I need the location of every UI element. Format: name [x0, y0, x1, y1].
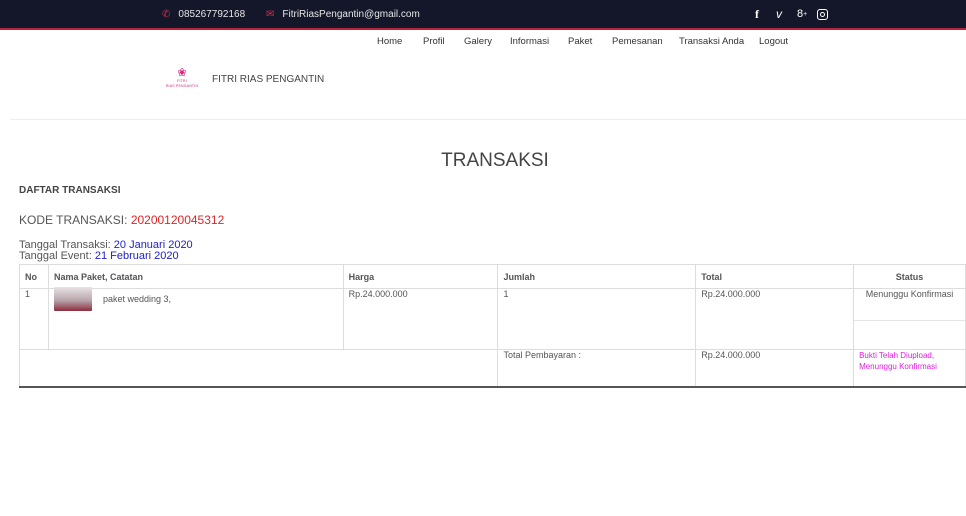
table-header-row: No Nama Paket, Catatan Harga Jumlah Tota…: [19, 264, 966, 289]
nav-paket[interactable]: Paket: [568, 36, 592, 47]
package-thumbnail: [53, 287, 92, 311]
event-date-value: 21 Februari 2020: [94, 250, 179, 262]
table-total-row: Total Pembayaran : Rp.24.000.000 Bukti T…: [18, 349, 966, 388]
cell-package: paket wedding 3,: [47, 287, 344, 350]
event-date-label: Tanggal Event:: [19, 250, 95, 262]
payment-status: Bukti Telah Diupload, Menunggu Konfirmas…: [853, 349, 966, 388]
phone-icon: ✆: [162, 8, 171, 20]
table-row: 1 paket wedding 3, Rp.24.000.000 1 Rp.24…: [19, 287, 966, 350]
transaction-code-label: KODE TRANSAKSI:: [19, 213, 131, 227]
header-no: No: [19, 264, 49, 289]
payment-status-line-1: Bukti Telah Diupload,: [859, 351, 935, 360]
header-package: Nama Paket, Catatan: [47, 264, 344, 289]
package-name: paket wedding 3,: [102, 294, 172, 304]
status-divider: [854, 320, 965, 321]
section-title: DAFTAR TRANSAKSI: [19, 185, 121, 196]
logo-mark-text-2: RIAS PENGANTIN: [165, 84, 199, 88]
status-text: Menunggu Konfirmasi: [865, 289, 954, 299]
lotus-logo-mark: ❀ FITRI RIAS PENGANTIN: [162, 68, 202, 90]
nav-transaksi-anda[interactable]: Transaksi Anda: [679, 36, 744, 47]
lotus-icon: ❀: [177, 67, 187, 79]
total-amount: Rp.24.000.000: [695, 349, 855, 388]
transaction-dates: Tanggal Transaksi: 20 Januari 2020 Tangg…: [19, 240, 193, 262]
transaction-code: KODE TRANSAKSI: 20200120045312: [19, 213, 224, 227]
brand-name: FITRI RIAS PENGANTIN: [212, 73, 325, 85]
cell-no: 1: [19, 288, 49, 350]
header-total: Total: [695, 264, 855, 289]
page-title: TRANSAKSI: [441, 150, 549, 171]
header-price: Harga: [342, 264, 499, 289]
nav-galery[interactable]: Galery: [464, 36, 492, 47]
nav-home[interactable]: Home: [377, 36, 402, 47]
nav-pemesanan[interactable]: Pemesanan: [612, 36, 663, 47]
header-divider: [10, 119, 966, 120]
nav-profil[interactable]: Profil: [423, 36, 445, 47]
vimeo-icon[interactable]: v: [776, 0, 782, 28]
nav-informasi[interactable]: Informasi: [510, 36, 549, 47]
nav-logout[interactable]: Logout: [759, 36, 788, 47]
facebook-icon[interactable]: f: [755, 0, 759, 28]
cell-status: Menunggu Konfirmasi: [853, 288, 966, 350]
transaction-code-value: 20200120045312: [130, 213, 225, 227]
total-empty-cell: [18, 349, 499, 388]
cell-price: Rp.24.000.000: [342, 288, 499, 350]
site-logo[interactable]: ❀ FITRI RIAS PENGANTIN FITRI RIAS PENGAN…: [162, 68, 324, 90]
instagram-icon[interactable]: [817, 0, 828, 28]
contact-phone[interactable]: ✆ 085267792168: [162, 0, 245, 28]
header-qty: Jumlah: [497, 264, 697, 289]
cell-total: Rp.24.000.000: [695, 288, 855, 350]
total-label: Total Pembayaran :: [497, 349, 697, 388]
cell-qty: 1: [497, 288, 697, 350]
envelope-icon: ✉: [266, 8, 275, 20]
payment-status-line-2: Menunggu Konfirmasi: [859, 362, 937, 371]
header-status: Status: [853, 264, 966, 289]
email-address: FitriRiasPengantin@gmail.com: [282, 8, 420, 20]
top-bar: ✆ 085267792168 ✉ FitriRiasPengantin@gmai…: [0, 0, 966, 30]
phone-number: 085267792168: [178, 8, 246, 20]
contact-email[interactable]: ✉ FitriRiasPengantin@gmail.com: [266, 0, 420, 28]
transaction-table: No Nama Paket, Catatan Harga Jumlah Tota…: [18, 264, 966, 388]
google-plus-icon[interactable]: 8 +: [797, 0, 807, 28]
